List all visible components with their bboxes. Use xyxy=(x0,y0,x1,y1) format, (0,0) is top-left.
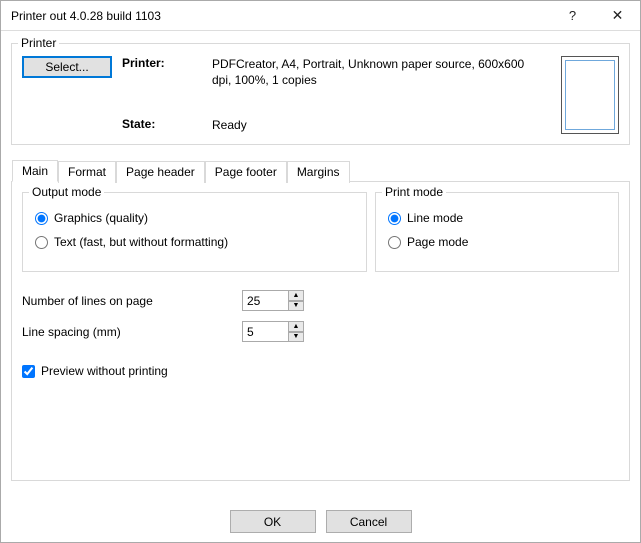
preview-checkbox[interactable] xyxy=(22,365,35,378)
page-preview-icon xyxy=(561,56,619,134)
output-mode-label: Output mode xyxy=(29,185,104,199)
lines-down-button[interactable]: ▼ xyxy=(288,301,304,312)
radio-page-mode-label: Page mode xyxy=(407,235,468,249)
dialog-footer: OK Cancel xyxy=(0,510,641,533)
tab-margins[interactable]: Margins xyxy=(287,161,350,183)
help-icon: ? xyxy=(569,8,576,23)
radio-graphics-label: Graphics (quality) xyxy=(54,211,148,225)
lines-up-button[interactable]: ▲ xyxy=(288,290,304,301)
spacing-down-button[interactable]: ▼ xyxy=(288,332,304,343)
tab-strip: Main Format Page header Page footer Marg… xyxy=(12,160,350,182)
lines-spinner[interactable]: ▲ ▼ xyxy=(242,290,312,311)
tab-format[interactable]: Format xyxy=(58,161,116,183)
lines-input[interactable] xyxy=(242,290,288,311)
radio-text[interactable]: Text (fast, but without formatting) xyxy=(35,235,356,249)
help-button[interactable]: ? xyxy=(550,1,595,31)
printer-group: Printer Select... Printer: PDFCreator, A… xyxy=(11,43,630,145)
ok-button[interactable]: OK xyxy=(230,510,316,533)
preview-checkbox-row[interactable]: Preview without printing xyxy=(22,364,619,378)
spacing-spinner[interactable]: ▲ ▼ xyxy=(242,321,312,342)
spacing-label: Line spacing (mm) xyxy=(22,325,242,339)
preview-checkbox-label: Preview without printing xyxy=(41,364,168,378)
radio-line-mode-input[interactable] xyxy=(388,212,401,225)
radio-line-mode[interactable]: Line mode xyxy=(388,211,608,225)
printer-value: PDFCreator, A4, Portrait, Unknown paper … xyxy=(212,56,551,88)
spacing-input[interactable] xyxy=(242,321,288,342)
close-icon: ✕ xyxy=(612,7,624,24)
cancel-button[interactable]: Cancel xyxy=(326,510,412,533)
close-button[interactable]: ✕ xyxy=(595,1,640,31)
tab-page-header[interactable]: Page header xyxy=(116,161,205,183)
radio-page-mode-input[interactable] xyxy=(388,236,401,249)
tab-main[interactable]: Main xyxy=(12,160,58,182)
lines-label: Number of lines on page xyxy=(22,294,242,308)
radio-line-mode-label: Line mode xyxy=(407,211,463,225)
radio-graphics[interactable]: Graphics (quality) xyxy=(35,211,356,225)
spacing-up-button[interactable]: ▲ xyxy=(288,321,304,332)
print-mode-label: Print mode xyxy=(382,185,446,199)
window-title: Printer out 4.0.28 build 1103 xyxy=(11,9,550,23)
radio-graphics-input[interactable] xyxy=(35,212,48,225)
radio-text-label: Text (fast, but without formatting) xyxy=(54,235,228,249)
radio-page-mode[interactable]: Page mode xyxy=(388,235,608,249)
title-bar: Printer out 4.0.28 build 1103 ? ✕ xyxy=(1,1,640,31)
radio-text-input[interactable] xyxy=(35,236,48,249)
print-mode-group: Print mode Line mode Page mode xyxy=(375,192,619,272)
tab-page-footer[interactable]: Page footer xyxy=(205,161,287,183)
tabs-container: Main Format Page header Page footer Marg… xyxy=(11,181,630,481)
select-printer-button[interactable]: Select... xyxy=(22,56,112,78)
printer-group-label: Printer xyxy=(18,36,59,50)
output-mode-group: Output mode Graphics (quality) Text (fas… xyxy=(22,192,367,272)
printer-label: Printer: xyxy=(122,56,212,70)
state-label: State: xyxy=(122,117,212,131)
state-value: Ready xyxy=(212,117,551,133)
